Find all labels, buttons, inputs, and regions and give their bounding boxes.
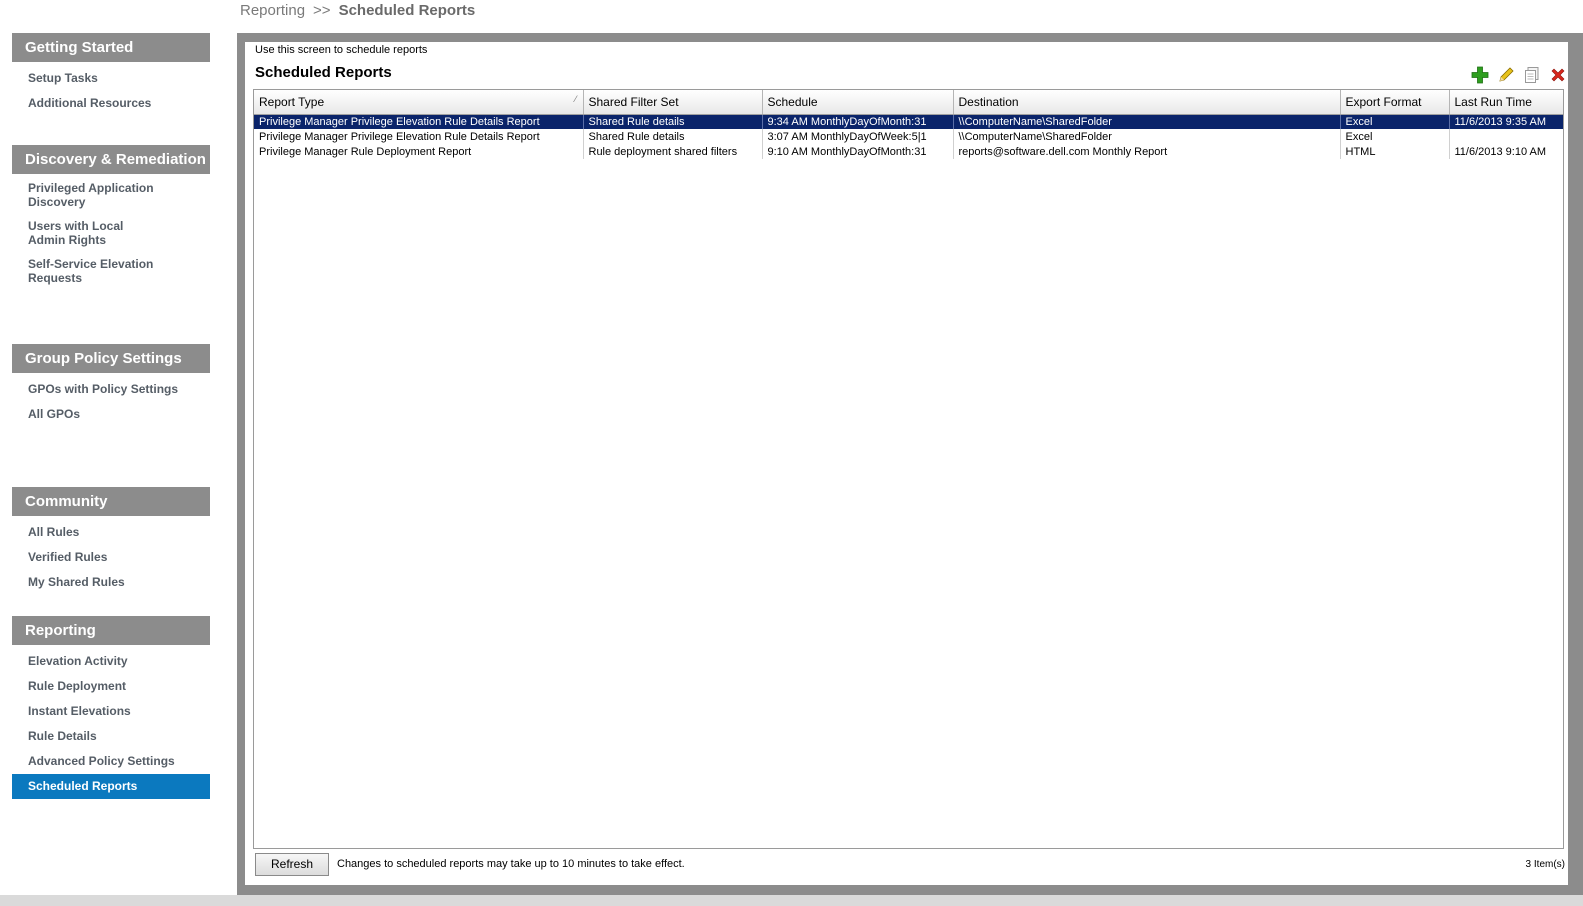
sidebar-item-instant-elevations[interactable]: Instant Elevations <box>12 699 210 724</box>
section-header[interactable]: Group Policy Settings <box>12 344 210 373</box>
section-community: Community All Rules Verified Rules My Sh… <box>12 487 210 595</box>
section-group-policy: Group Policy Settings GPOs with Policy S… <box>12 344 210 427</box>
breadcrumb: Reporting >> Scheduled Reports <box>240 2 475 22</box>
cell-last-run-time: 11/6/2013 9:10 AM <box>1449 144 1563 159</box>
cell-export-format: Excel <box>1340 129 1450 144</box>
column-header-destination[interactable]: Destination <box>953 90 1341 115</box>
toolbar <box>1470 65 1568 85</box>
column-header-export-format[interactable]: Export Format <box>1340 90 1450 115</box>
column-header-shared-filter-set[interactable]: Shared Filter Set <box>583 90 763 115</box>
sidebar-item-setup-tasks[interactable]: Setup Tasks <box>12 66 210 91</box>
add-icon[interactable] <box>1470 65 1490 85</box>
scheduled-reports-grid: Report Type ⁄ Shared Filter Set Schedule … <box>253 89 1564 849</box>
sidebar-item-scheduled-reports[interactable]: Scheduled Reports <box>12 774 210 799</box>
sidebar-item-all-rules[interactable]: All Rules <box>12 520 210 545</box>
cell-shared-filter-set: Rule deployment shared filters <box>583 144 763 159</box>
sidebar-item-my-shared-rules[interactable]: My Shared Rules <box>12 570 210 595</box>
bottom-bar <box>0 895 1583 906</box>
section-header[interactable]: Getting Started <box>12 33 210 62</box>
cell-destination: reports@software.dell.com Monthly Report <box>953 144 1341 159</box>
table-row[interactable]: Privilege Manager Privilege Elevation Ru… <box>254 114 1563 129</box>
table-header-row: Report Type ⁄ Shared Filter Set Schedule … <box>254 90 1563 115</box>
column-header-report-type[interactable]: Report Type ⁄ <box>254 90 584 115</box>
cell-schedule: 3:07 AM MonthlyDayOfWeek:5|1 <box>762 129 954 144</box>
intro-text: Use this screen to schedule reports <box>255 44 428 56</box>
sidebar-item-gpos-policy-settings[interactable]: GPOs with Policy Settings <box>12 377 210 402</box>
sidebar-item-additional-resources[interactable]: Additional Resources <box>12 91 210 116</box>
column-header-schedule[interactable]: Schedule <box>762 90 954 115</box>
cell-schedule: 9:10 AM MonthlyDayOfMonth:31 <box>762 144 954 159</box>
item-count: 3 Item(s) <box>1525 859 1565 870</box>
cell-report-type: Privilege Manager Privilege Elevation Ru… <box>254 129 584 144</box>
refresh-button[interactable]: Refresh <box>255 853 329 876</box>
sidebar-item-elevation-activity[interactable]: Elevation Activity <box>12 649 210 674</box>
table-row[interactable]: Privilege Manager Privilege Elevation Ru… <box>254 129 1563 144</box>
cell-destination: \\ComputerName\SharedFolder <box>953 114 1341 129</box>
copy-icon[interactable] <box>1522 65 1542 85</box>
sort-indicator-icon: ⁄ <box>574 94 577 104</box>
sidebar-item-rule-deployment[interactable]: Rule Deployment <box>12 674 210 699</box>
table-row[interactable]: Privilege Manager Rule Deployment Report… <box>254 144 1563 159</box>
cell-shared-filter-set: Shared Rule details <box>583 129 763 144</box>
grid-footer: Refresh Changes to scheduled reports may… <box>255 853 1565 877</box>
delete-icon[interactable] <box>1548 65 1568 85</box>
section-header[interactable]: Community <box>12 487 210 516</box>
sidebar-item-self-service-elevation[interactable]: Self-Service Elevation Requests <box>12 252 162 290</box>
footer-note: Changes to scheduled reports may take up… <box>337 858 685 870</box>
scheduled-reports-panel: Use this screen to schedule reports Sche… <box>245 42 1568 885</box>
page-title: Scheduled Reports <box>255 64 392 81</box>
breadcrumb-parent[interactable]: Reporting <box>240 2 305 19</box>
section-header[interactable]: Reporting <box>12 616 210 645</box>
column-header-last-run-time[interactable]: Last Run Time <box>1449 90 1563 115</box>
section-header[interactable]: Discovery & Remediation <box>12 145 210 174</box>
section-getting-started: Getting Started Setup Tasks Additional R… <box>12 33 210 116</box>
reports-table: Report Type ⁄ Shared Filter Set Schedule … <box>254 90 1563 159</box>
sidebar-item-all-gpos[interactable]: All GPOs <box>12 402 210 427</box>
cell-last-run-time: 11/6/2013 9:35 AM <box>1449 114 1563 129</box>
edit-icon[interactable] <box>1496 65 1516 85</box>
cell-report-type: Privilege Manager Privilege Elevation Ru… <box>254 114 584 129</box>
cell-export-format: Excel <box>1340 114 1450 129</box>
cell-shared-filter-set: Shared Rule details <box>583 114 763 129</box>
breadcrumb-separator: >> <box>313 2 331 19</box>
main-frame: Use this screen to schedule reports Sche… <box>237 33 1583 895</box>
cell-schedule: 9:34 AM MonthlyDayOfMonth:31 <box>762 114 954 129</box>
cell-destination: \\ComputerName\SharedFolder <box>953 129 1341 144</box>
section-reporting: Reporting Elevation Activity Rule Deploy… <box>12 616 210 799</box>
sidebar-item-privileged-application-discovery[interactable]: Privileged Application Discovery <box>12 176 162 214</box>
breadcrumb-current: Scheduled Reports <box>338 2 476 19</box>
sidebar-item-rule-details[interactable]: Rule Details <box>12 724 210 749</box>
sidebar-item-users-local-admin[interactable]: Users with Local Admin Rights <box>12 214 162 252</box>
sidebar-item-verified-rules[interactable]: Verified Rules <box>12 545 210 570</box>
section-discovery-remediation: Discovery & Remediation Privileged Appli… <box>12 145 210 290</box>
cell-report-type: Privilege Manager Rule Deployment Report <box>254 144 584 159</box>
sidebar-item-advanced-policy-settings[interactable]: Advanced Policy Settings <box>12 749 210 774</box>
cell-last-run-time <box>1449 129 1563 144</box>
cell-export-format: HTML <box>1340 144 1450 159</box>
